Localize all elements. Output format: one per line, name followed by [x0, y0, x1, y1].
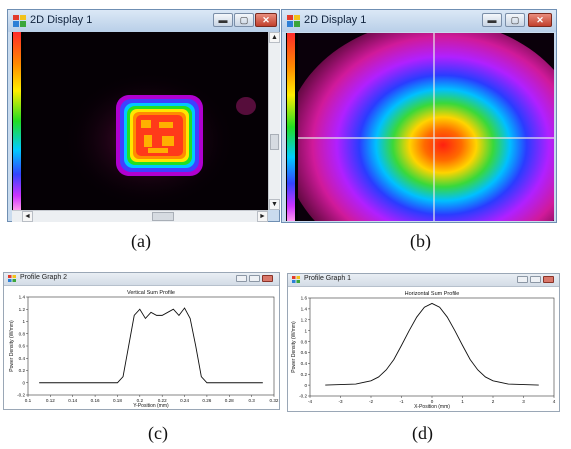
color-scale-bar	[287, 33, 295, 221]
y-tick-label: 1	[22, 319, 25, 324]
chart-title: Vertical Sum Profile	[127, 290, 175, 296]
app-icon	[292, 276, 300, 283]
caption-a: (a)	[131, 231, 151, 251]
y-axis-label: Power Density (W/mm)	[9, 320, 15, 372]
minimize-button[interactable]: ▬	[482, 13, 502, 27]
vertical-scrollbar[interactable]: ▲ ▼	[268, 32, 280, 210]
y-tick-label: 0.2	[301, 372, 308, 377]
x-tick-label: 0.1	[25, 398, 32, 403]
display-window-b: 2D Display 1 ▬ ▢ ✕	[281, 9, 557, 223]
color-scale-bar	[13, 32, 21, 210]
scroll-up-arrow[interactable]: ▲	[269, 32, 280, 43]
maximize-button[interactable]	[530, 276, 541, 283]
window-title: Profile Graph 1	[304, 275, 352, 282]
x-tick-label: 2	[492, 399, 495, 404]
x-tick-label: 0.16	[91, 398, 100, 403]
y-axis-label: Power Density (W/mm)	[291, 321, 297, 373]
caption-b: (b)	[410, 231, 431, 251]
window-title: Profile Graph 2	[20, 274, 68, 281]
close-button[interactable]: ✕	[255, 13, 277, 27]
y-tick-label: -0.2	[299, 394, 307, 399]
x-tick-label: 0.24	[180, 398, 189, 403]
title-bar[interactable]: 2D Display 1 ▬ ▢ ✕	[282, 10, 556, 32]
y-tick-label: 0.4	[301, 361, 308, 366]
y-tick-label: 1.2	[19, 307, 26, 312]
profile-chart: Vertical Sum Profile 1.4 1.2 1 0.8 0.6 0.4 0.2 0…	[9, 290, 279, 409]
x-tick-label: -1	[399, 399, 404, 404]
close-button[interactable]: ✕	[528, 13, 552, 27]
scroll-thumb-horizontal[interactable]	[152, 212, 174, 221]
y-tick-label: 0.8	[19, 331, 26, 336]
plot-area	[309, 297, 555, 397]
y-tick-label: 1.4	[301, 307, 308, 312]
y-tick-label: 0.8	[301, 339, 308, 344]
x-tick-label: -3	[338, 399, 343, 404]
y-tick-label: 0.2	[19, 368, 26, 373]
profile-chart: Horizontal Sum Profile 1.6 1.4 1.2 1 0.8 0.6 0.…	[291, 291, 556, 410]
profile-window-d: Profile Graph 1 Horizontal Sum Profile 1.…	[287, 273, 560, 412]
x-tick-label: 0.28	[225, 398, 234, 403]
beam-image-gaussian	[298, 33, 554, 221]
close-button[interactable]	[543, 276, 554, 283]
beam-image-square	[24, 32, 268, 210]
maximize-button[interactable]	[249, 275, 260, 282]
y-tick-label: 0	[22, 380, 25, 385]
scroll-right-arrow[interactable]: ►	[257, 211, 268, 222]
minimize-button[interactable]	[236, 275, 247, 282]
window-title: 2D Display 1	[304, 14, 367, 26]
y-tick-label: 0.6	[301, 350, 308, 355]
app-icon	[13, 15, 26, 27]
horizontal-scrollbar[interactable]: ◄ ►	[12, 210, 268, 222]
y-tick-label: 0.6	[19, 344, 26, 349]
y-tick-label: 1.4	[19, 295, 26, 300]
scroll-down-arrow[interactable]: ▼	[269, 199, 280, 210]
minimize-button[interactable]	[517, 276, 528, 283]
display-window-a: 2D Display 1 ▬ ▢ ✕ ▲ ▼ ◄ ►	[7, 9, 280, 222]
y-tick-label: 1	[304, 328, 307, 333]
x-tick-label: -4	[308, 399, 313, 404]
x-tick-label: 3	[522, 399, 525, 404]
chart-title: Horizontal Sum Profile	[405, 291, 460, 297]
x-tick-label: 1	[461, 399, 464, 404]
profile-window-c: Profile Graph 2 Vertical Sum Profile 1.4 1…	[3, 272, 280, 410]
title-bar[interactable]: 2D Display 1 ▬ ▢ ✕	[8, 10, 279, 32]
display-canvas[interactable]	[286, 33, 554, 221]
plot-area	[27, 296, 275, 396]
app-icon	[287, 15, 300, 27]
maximize-button[interactable]: ▢	[234, 13, 254, 27]
y-tick-label: 0.4	[19, 356, 26, 361]
x-tick-label: 0.26	[202, 398, 211, 403]
app-icon	[8, 275, 16, 282]
x-tick-label: -2	[369, 399, 374, 404]
scroll-thumb-vertical[interactable]	[270, 134, 279, 150]
x-axis-label: Y-Position (mm)	[133, 403, 169, 409]
minimize-button[interactable]: ▬	[213, 13, 233, 27]
y-tick-label: 1.2	[301, 317, 308, 322]
close-button[interactable]	[262, 275, 273, 282]
x-tick-label: 4	[553, 399, 556, 404]
maximize-button[interactable]: ▢	[505, 13, 525, 27]
y-tick-label: 1.6	[301, 296, 308, 301]
x-tick-label: 0.3	[248, 398, 255, 403]
x-axis-label: X-Position (mm)	[414, 404, 450, 410]
x-tick-label: 0.32	[270, 398, 279, 403]
scroll-left-arrow[interactable]: ◄	[22, 211, 33, 222]
y-tick-label: -0.2	[17, 393, 25, 398]
x-tick-label: 0.12	[46, 398, 55, 403]
caption-d: (d)	[412, 423, 433, 443]
x-tick-label: 0.18	[113, 398, 122, 403]
x-tick-label: 0.14	[68, 398, 77, 403]
caption-c: (c)	[148, 423, 168, 443]
window-title: 2D Display 1	[30, 14, 93, 26]
display-canvas[interactable]	[12, 32, 268, 210]
y-tick-label: 0	[304, 383, 307, 388]
